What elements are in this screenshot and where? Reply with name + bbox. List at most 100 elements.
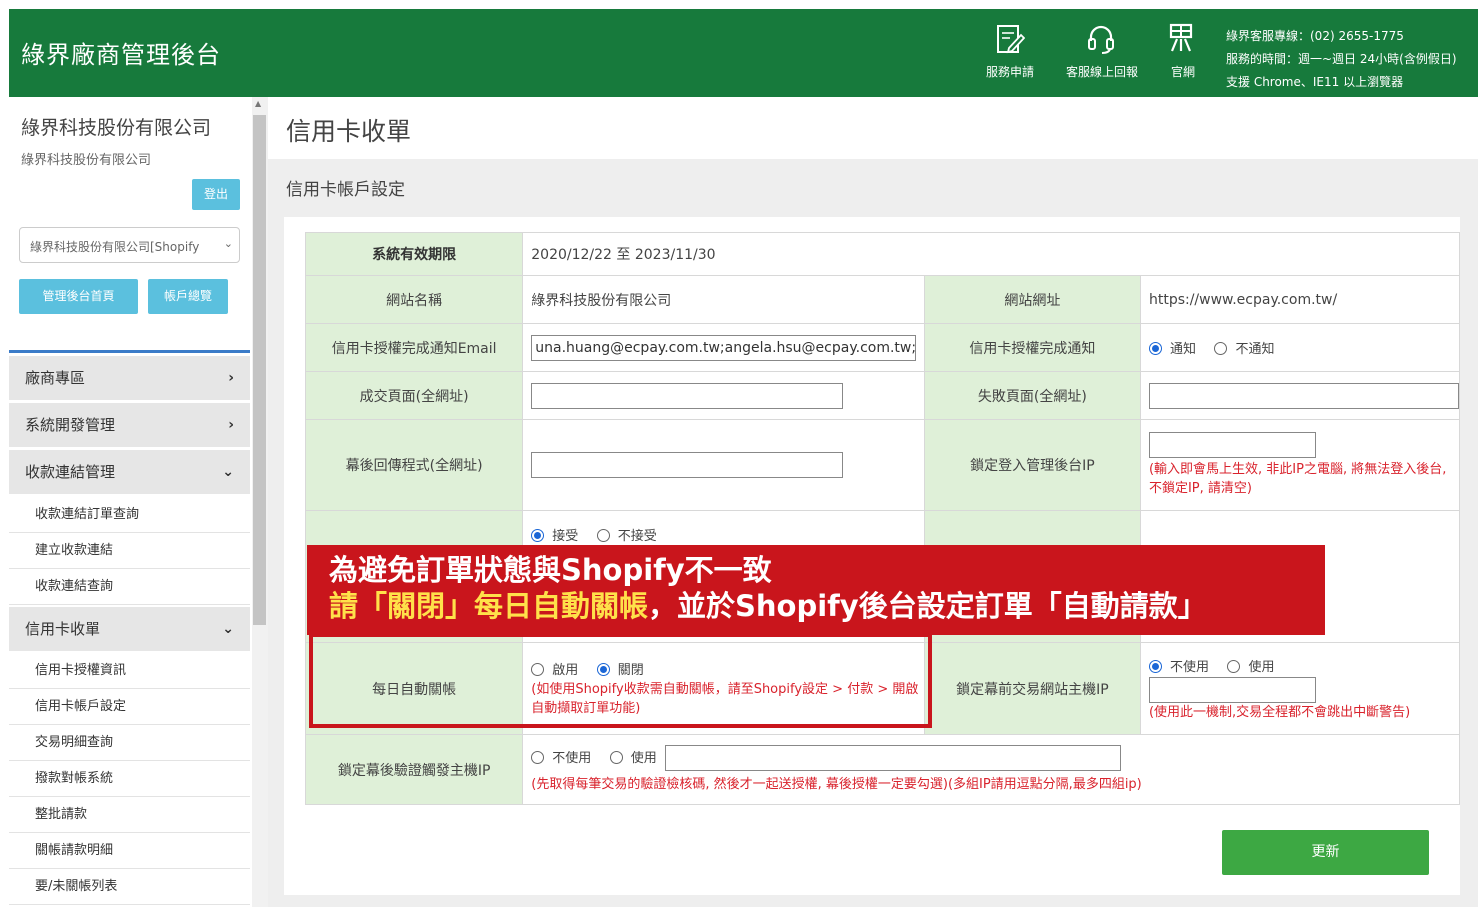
online-report-link[interactable]: 客服線上回報: [1066, 23, 1139, 80]
brand-title: 綠界廠商管理後台: [21, 41, 221, 69]
browser-support: 支援 Chrome、IE11 以上瀏覽器: [1226, 75, 1404, 89]
scroll-up-icon[interactable]: ▲: [255, 99, 261, 108]
menu-vendor-zone[interactable]: 廠商專區 ›: [9, 356, 250, 400]
notice-line-2: 請「關閉」每日自動關帳，並於Shopify後台設定訂單「自動請款」: [329, 587, 1325, 625]
menu-item-close-list[interactable]: 要/未關帳列表: [9, 869, 250, 905]
menu-label: 信用卡收單: [25, 620, 101, 638]
menu-payment-link[interactable]: 收款連結管理 ⌄: [9, 450, 250, 494]
notice-rest: ，並於Shopify後台設定訂單「自動請款」: [648, 589, 1207, 623]
notify-off-label: 不通知: [1235, 342, 1275, 357]
chevron-right-icon: ›: [228, 417, 234, 433]
site-name-value: 綠界科技股份有限公司: [522, 275, 925, 324]
shop-select-value: 綠界科技股份有限公司[Shopify: [30, 240, 200, 254]
account-overview-button[interactable]: 帳戶總覽: [148, 279, 228, 314]
front-ip-on-radio[interactable]: [1227, 659, 1241, 673]
title-bar: 信用卡收單: [268, 97, 1478, 159]
accept-on-label: 接受: [552, 529, 579, 544]
company-subname: 綠界科技股份有限公司: [21, 153, 152, 168]
verify-ip-label: 鎖定幕後驗證觸發主機IP: [304, 734, 524, 805]
page-title: 信用卡收單: [286, 117, 412, 146]
menu-item-cc-auth-info[interactable]: 信用卡授權資訊: [9, 653, 250, 689]
menu-item-payment-link-orders[interactable]: 收款連結訂單查詢: [9, 497, 250, 533]
service-apply-icon: [975, 23, 1045, 57]
lock-ip-note: (輸入即會馬上生效, 非此IP之電腦, 將無法登入後台, 不鎖定IP, 請清空): [1148, 462, 1447, 496]
ecpay-logo-icon: [1148, 23, 1218, 57]
notice-line-1: 為避免訂單狀態與Shopify不一致: [329, 553, 772, 587]
service-apply-label: 服務申請: [985, 65, 1034, 79]
online-report-label: 客服線上回報: [1066, 65, 1139, 79]
menu-item-cc-account-settings[interactable]: 信用卡帳戶設定: [9, 689, 250, 725]
chevron-right-icon: ›: [228, 370, 234, 386]
logout-button[interactable]: 登出: [192, 179, 240, 210]
main-content: 信用卡收單 信用卡帳戶設定 系統有效期限 2020/12/22 至 2023/1…: [268, 97, 1478, 907]
menu-item-payment-link-query[interactable]: 收款連結查詢: [9, 569, 250, 605]
table-row: 成交頁面(全網址) 失敗頁面(全網址): [304, 371, 1461, 420]
table-row: 信用卡授權完成通知Email una.huang@ecpay.com.tw;an…: [304, 323, 1461, 372]
chevron-down-icon: ⌄: [223, 237, 233, 250]
accept-off-label: 不接受: [617, 529, 657, 544]
email-field[interactable]: una.huang@ecpay.com.tw;angela.hsu@ecpay.…: [531, 334, 917, 361]
notice-banner: 為避免訂單狀態與Shopify不一致 請「關閉」每日自動關帳，並於Shopify…: [307, 545, 1325, 635]
chevron-down-icon: ⌄: [222, 621, 234, 637]
official-site-label: 官網: [1170, 65, 1195, 79]
notify-on-radio[interactable]: [1148, 342, 1162, 355]
chevron-down-icon: ⌄: [222, 464, 234, 480]
verify-ip-input[interactable]: [665, 745, 1122, 771]
notify-label: 信用卡授權完成通知: [923, 323, 1141, 372]
lock-ip-label: 鎖定登入管理後台IP: [923, 419, 1141, 511]
front-ip-input[interactable]: [1148, 676, 1316, 703]
service-hours: 服務的時間：週一~週日 24小時(含例假日): [1226, 52, 1457, 66]
menu-label: 系統開發管理: [25, 416, 116, 434]
top-header: 綠界廠商管理後台 服務申請 客服線上回報 官網 綠界客服專線：(02) 2655…: [9, 9, 1478, 97]
highlight-frame: [309, 633, 932, 728]
front-ip-note: (使用此一機制,交易全程都不會跳出中斷警告): [1148, 704, 1411, 720]
table-row: 系統有效期限 2020/12/22 至 2023/11/30: [304, 232, 1460, 276]
fail-page-input[interactable]: [1148, 382, 1459, 409]
validity-value: 2020/12/22 至 2023/11/30: [522, 232, 1460, 276]
fail-page-label: 失敗頁面(全網址): [923, 371, 1141, 420]
accept-on-radio[interactable]: [531, 529, 545, 542]
update-button[interactable]: 更新: [1222, 830, 1429, 875]
menu-item-reconciliation[interactable]: 撥款對帳系統: [9, 761, 250, 797]
company-name: 綠界科技股份有限公司: [21, 117, 212, 139]
callback-input[interactable]: [531, 452, 844, 478]
front-ip-on-label: 使用: [1248, 659, 1275, 675]
email-label: 信用卡授權完成通知Email: [304, 323, 524, 372]
menu-dev-management[interactable]: 系統開發管理 ›: [9, 403, 250, 447]
menu-label: 廠商專區: [25, 369, 86, 387]
success-page-input[interactable]: [531, 382, 844, 409]
success-page-label: 成交頁面(全網址): [304, 371, 524, 420]
admin-home-button[interactable]: 管理後台首頁: [19, 279, 138, 314]
service-apply-link[interactable]: 服務申請: [975, 23, 1045, 80]
notify-off-radio[interactable]: [1214, 342, 1228, 355]
accept-off-radio[interactable]: [596, 529, 610, 542]
official-site-link[interactable]: 官網: [1148, 23, 1218, 80]
table-row: 網站名稱 綠界科技股份有限公司 網站網址 https://www.ecpay.c…: [304, 275, 1461, 324]
menu-item-transaction-query[interactable]: 交易明細查詢: [9, 725, 250, 761]
front-ip-off-radio[interactable]: [1148, 659, 1162, 673]
table-row: 幕後回傳程式(全網址) 鎖定登入管理後台IP (輸入即會馬上生效, 非此IP之電…: [304, 419, 1461, 511]
lock-ip-input[interactable]: [1148, 432, 1316, 458]
menu-item-batch-capture[interactable]: 整批請款: [9, 797, 250, 833]
menu-credit-card[interactable]: 信用卡收單 ⌄: [9, 607, 250, 651]
callback-label: 幕後回傳程式(全網址): [304, 419, 524, 511]
menu-item-create-payment-link[interactable]: 建立收款連結: [9, 533, 250, 569]
notice-highlight: 請「關閉」每日自動關帳: [329, 589, 649, 623]
shop-select[interactable]: 綠界科技股份有限公司[Shopify ⌄: [19, 227, 240, 263]
sidebar-scroll-thumb[interactable]: [253, 115, 266, 625]
site-url-value: https://www.ecpay.com.tw/: [1139, 275, 1461, 324]
verify-ip-on-radio[interactable]: [609, 751, 623, 764]
verify-ip-off-radio[interactable]: [531, 751, 545, 764]
sidebar: 綠界科技股份有限公司 綠界科技股份有限公司 登出 綠界科技股份有限公司[Shop…: [9, 97, 252, 907]
headset-icon: [1066, 23, 1136, 57]
section-title: 信用卡帳戶設定: [286, 180, 405, 200]
verify-ip-off-label: 不使用: [552, 751, 592, 766]
front-ip-label: 鎖定幕前交易網站主機IP: [923, 642, 1141, 735]
verify-ip-on-label: 使用: [630, 751, 657, 766]
menu-divider: [9, 350, 250, 353]
menu-item-close-details[interactable]: 關帳請款明細: [9, 833, 250, 869]
notify-on-label: 通知: [1169, 342, 1196, 357]
front-ip-off-label: 不使用: [1169, 659, 1209, 675]
validity-label: 系統有效期限: [304, 232, 524, 276]
table-row: 鎖定幕後驗證觸發主機IP 不使用 使用 (先取得每筆交易的驗證檢核碼, 然後才一…: [304, 734, 1460, 805]
